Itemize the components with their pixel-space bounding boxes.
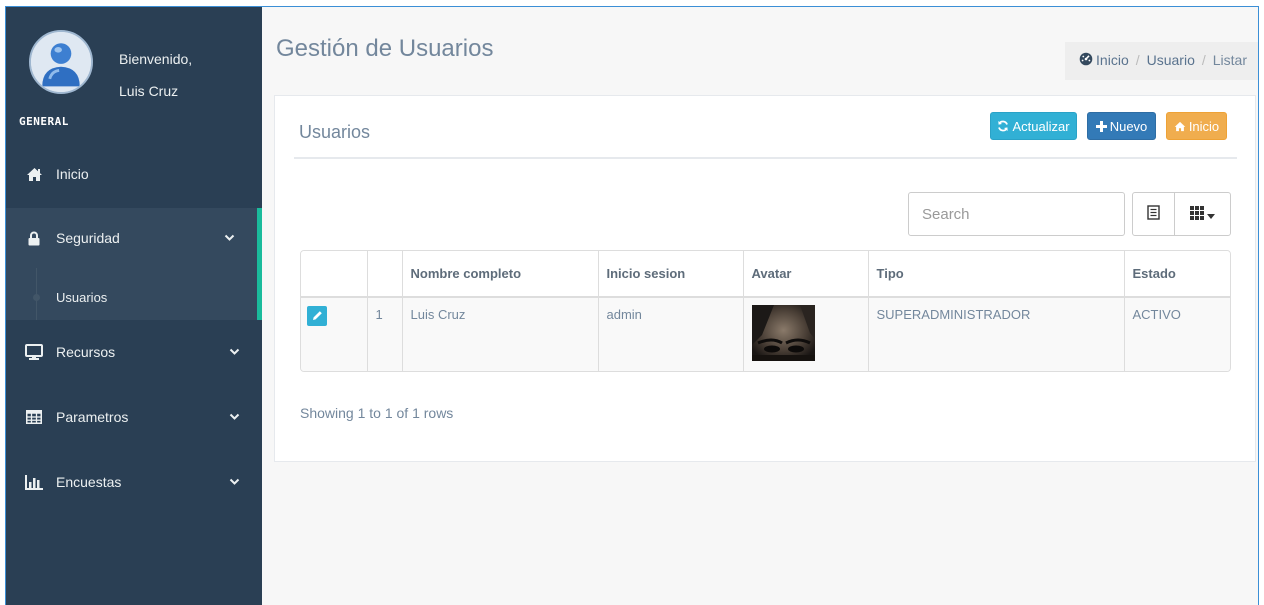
refresh-icon — [997, 120, 1009, 132]
column-header-index — [366, 251, 402, 298]
sidebar-item-label: Inicio — [56, 166, 89, 182]
caret-down-icon — [1207, 207, 1215, 222]
breadcrumb-inicio[interactable]: Inicio — [1096, 52, 1129, 68]
pencil-icon — [312, 309, 323, 324]
table-row: 1 Luis Cruz admin SUPERADMINISTRADOR ACT… — [301, 297, 1230, 371]
column-header-estado[interactable]: Estado — [1123, 251, 1230, 298]
lock-icon — [24, 231, 44, 246]
chevron-down-icon — [224, 234, 235, 242]
column-header-nombre[interactable]: Nombre completo — [401, 251, 598, 298]
users-table: Nombre completo Inicio sesion Avatar Tip… — [300, 250, 1231, 372]
sidebar-item-seguridad[interactable]: Seguridad — [6, 208, 262, 268]
row-index: 1 — [366, 297, 402, 371]
breadcrumb-usuario[interactable]: Usuario — [1147, 52, 1195, 68]
sidebar: Bienvenido, Luis Cruz GENERAL Inicio Seg… — [6, 7, 262, 605]
cell-nombre: Luis Cruz — [401, 297, 598, 371]
user-avatar-icon — [29, 30, 93, 94]
columns-dropdown-button[interactable] — [1174, 192, 1231, 236]
breadcrumb: Inicio / Usuario / Listar — [1065, 42, 1258, 80]
cell-tipo: SUPERADMINISTRADOR — [867, 297, 1124, 371]
search-input[interactable] — [908, 192, 1125, 236]
column-header-avatar[interactable]: Avatar — [742, 251, 868, 298]
column-header-actions — [301, 251, 367, 298]
table-header-row: Nombre completo Inicio sesion Avatar Tip… — [301, 251, 1230, 298]
panel-divider — [294, 157, 1237, 159]
breadcrumb-separator: / — [1135, 52, 1140, 68]
column-header-tipo[interactable]: Tipo — [867, 251, 1124, 298]
home-button[interactable]: Inicio — [1166, 112, 1227, 140]
plus-icon — [1095, 120, 1107, 132]
submenu-seguridad: Usuarios — [6, 268, 262, 320]
column-header-inicio-sesion[interactable]: Inicio sesion — [597, 251, 743, 298]
welcome-text: Bienvenido, — [119, 51, 193, 67]
home-icon — [24, 167, 44, 182]
home-label: Inicio — [1188, 118, 1220, 134]
sidebar-item-label: Seguridad — [56, 230, 120, 246]
app-frame: Bienvenido, Luis Cruz GENERAL Inicio Seg… — [5, 6, 1259, 605]
new-label: Nuevo — [1109, 118, 1148, 134]
chevron-down-icon — [229, 348, 240, 356]
sidebar-item-encuestas[interactable]: Encuestas — [6, 453, 262, 511]
bar-chart-icon — [24, 474, 44, 490]
desktop-icon — [24, 344, 44, 360]
sidebar-item-label: Recursos — [56, 344, 116, 360]
new-user-button[interactable]: Nuevo — [1087, 112, 1156, 140]
cell-inicio-sesion: admin — [597, 297, 743, 371]
users-panel: Usuarios Actualizar Nuevo Inicio Search … — [274, 95, 1256, 462]
user-name: Luis Cruz — [119, 83, 179, 99]
edit-button[interactable] — [307, 306, 327, 326]
main-content: Gestión de Usuarios Inicio / Usuario / L… — [262, 7, 1258, 605]
table-icon — [24, 410, 44, 424]
row-actions-cell — [301, 297, 367, 371]
chevron-down-icon — [229, 413, 240, 421]
sidebar-item-parametros[interactable]: Parametros — [6, 388, 262, 446]
submenu-item-usuarios[interactable]: Usuarios — [56, 290, 107, 305]
sidebar-item-inicio[interactable]: Inicio — [6, 145, 262, 203]
chevron-down-icon — [229, 478, 240, 486]
list-icon — [1147, 205, 1160, 223]
submenu-dot — [33, 294, 40, 301]
sidebar-item-label: Parametros — [56, 409, 129, 425]
sidebar-item-label: Encuestas — [56, 474, 122, 490]
page-title: Gestión de Usuarios — [276, 35, 494, 62]
dashboard-icon — [1079, 52, 1093, 66]
home-icon — [1174, 121, 1186, 132]
avatar-image — [751, 305, 815, 361]
grid-icon — [1190, 205, 1204, 223]
refresh-button[interactable]: Actualizar — [990, 112, 1077, 140]
sidebar-item-recursos[interactable]: Recursos — [6, 323, 262, 381]
breadcrumb-separator: / — [1201, 52, 1206, 68]
panel-title: Usuarios — [299, 122, 371, 142]
refresh-label: Actualizar — [1012, 118, 1070, 134]
pagination-info: Showing 1 to 1 of 1 rows — [300, 405, 454, 421]
cell-avatar — [742, 297, 868, 371]
user-role: GENERAL — [19, 115, 69, 128]
breadcrumb-listar: Listar — [1212, 52, 1247, 68]
user-profile: Bienvenido, Luis Cruz GENERAL — [6, 7, 262, 137]
toggle-view-button[interactable] — [1132, 192, 1175, 236]
cell-estado: ACTIVO — [1123, 297, 1230, 371]
